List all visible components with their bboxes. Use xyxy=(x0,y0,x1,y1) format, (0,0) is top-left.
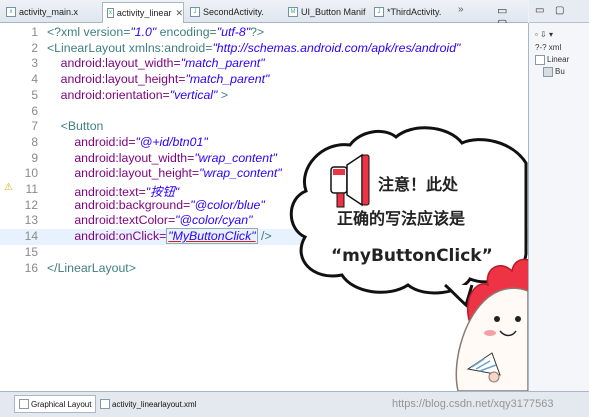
outline-toolbar-icons[interactable]: ▫ ⇩ ▾ xyxy=(535,30,553,39)
watermark: https://blog.csdn.net/xqy3177563 xyxy=(392,398,554,410)
close-icon[interactable]: ✕ xyxy=(175,8,183,19)
xml-file-icon: x xyxy=(6,6,16,17)
tab-graphical-layout[interactable]: Graphical Layout xyxy=(14,395,97,413)
annotation-overlay: 注意！此处 正确的写法应该是 “myButtonClick” xyxy=(289,126,528,391)
maximize-icon[interactable]: ▢ xyxy=(555,5,564,16)
outline-item-button[interactable]: Bu xyxy=(543,67,565,77)
tab-label: *ThirdActivity. xyxy=(387,6,442,17)
tab-label: activity_linear xyxy=(116,8,172,18)
manifest-file-icon: M xyxy=(288,6,298,17)
editor-tab-bar: x activity_main.x x activity_linear ✕ J … xyxy=(0,0,528,30)
outline-item-label: ?-? xml xyxy=(535,43,562,52)
outline-item-xml[interactable]: ?-? xml xyxy=(535,43,561,52)
minimize-icon[interactable]: ▭ xyxy=(535,5,544,16)
tab-third-activity[interactable]: J *ThirdActivity. xyxy=(370,2,456,21)
tab-overflow-icon[interactable]: » xyxy=(458,4,464,15)
xml-editor[interactable]: 1 <?xml version="1.0" encoding="utf-8"?> 2… xyxy=(0,23,529,391)
bubble-line-2: 正确的写法应该是 xyxy=(337,209,465,228)
outline-item-linear[interactable]: Linear xyxy=(535,55,569,65)
xml-file-icon: x xyxy=(107,8,114,18)
tab-xml-source[interactable]: activity_linearlayout.xml xyxy=(96,395,200,413)
tab-second-activity[interactable]: J SecondActivity. xyxy=(186,2,282,21)
layout-icon xyxy=(19,399,29,409)
outline-item-label: Bu xyxy=(555,67,565,77)
tab-label: Graphical Layout xyxy=(31,399,92,409)
tab-label: UI_Button Manif xyxy=(301,6,366,17)
bubble-line-3: “myButtonClick” xyxy=(331,246,493,266)
tab-activity-linear[interactable]: x activity_linear ✕ xyxy=(102,2,184,23)
outline-panel: ▭ ▢ ▫ ⇩ ▾ ?-? xml Linear Bu xyxy=(529,0,589,416)
java-file-icon: J xyxy=(190,6,200,17)
button-element-icon xyxy=(543,67,553,77)
bubble-line-1: 注意！此处 xyxy=(378,175,459,194)
xml-file-icon xyxy=(100,399,110,409)
element-icon xyxy=(535,55,545,65)
java-file-icon: J xyxy=(374,6,384,17)
outline-item-label: Linear xyxy=(547,55,570,65)
tab-manifest[interactable]: M UI_Button Manif xyxy=(284,2,370,21)
tab-label: activity_main.x xyxy=(19,6,79,17)
tab-activity-main[interactable]: x activity_main.x xyxy=(2,2,102,21)
outline-toolbar: ▭ ▢ xyxy=(529,0,589,23)
tab-label: activity_linearlayout.xml xyxy=(112,399,197,409)
tab-label: SecondActivity. xyxy=(203,6,264,17)
